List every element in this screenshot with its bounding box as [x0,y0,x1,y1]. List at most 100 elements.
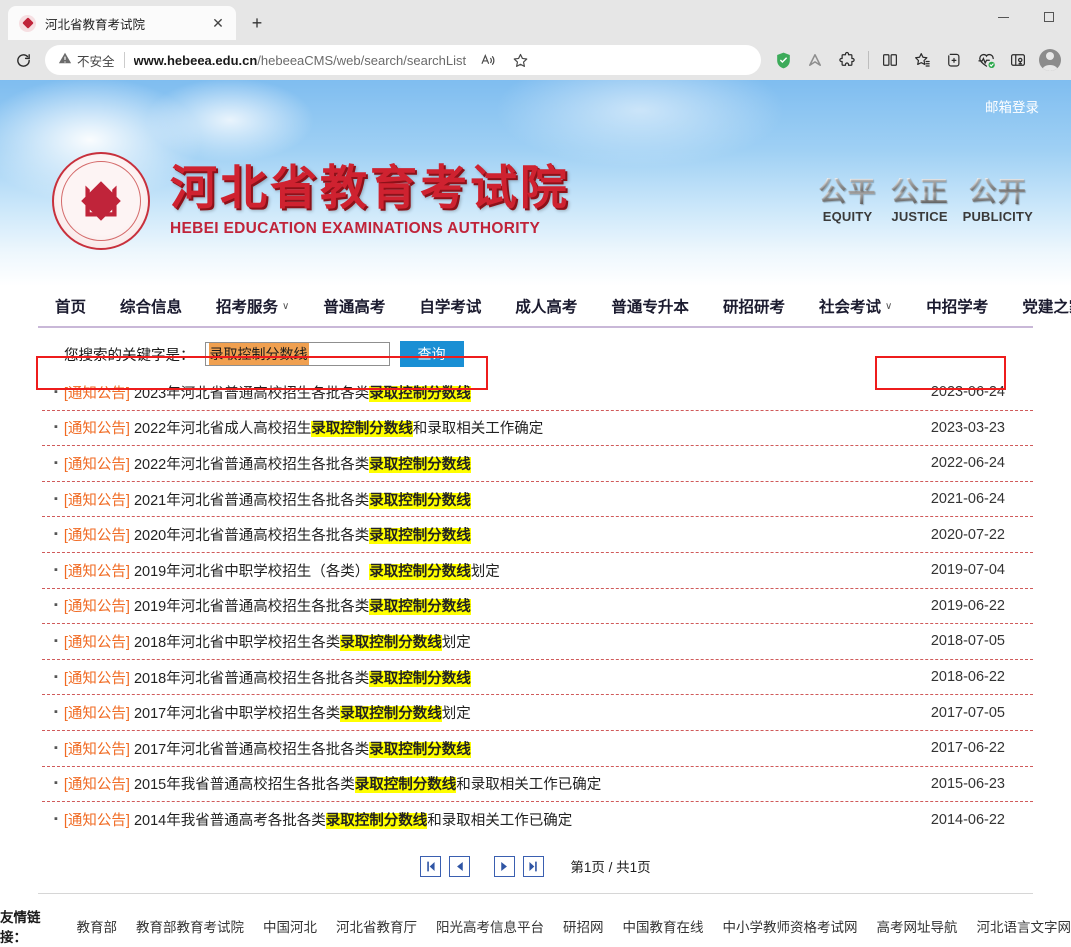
footer-link-1[interactable]: 教育部教育考试院 [136,916,244,936]
emblem-publicity: 公开 PUBLICITY [963,178,1033,225]
nav-item-10[interactable]: 党建之家 [1005,295,1071,317]
result-category-tag: [通知公告] [63,777,130,794]
result-row[interactable]: ▪ [通知公告] 2020年河北省普通高校招生各批各类录取控制分数线 2020-07-… [42,517,1033,553]
extensions-puzzle-icon[interactable] [832,45,862,75]
last-page-button[interactable] [523,855,545,877]
result-row[interactable]: ▪ [通知公告] 2019年河北省中职学校招生（各类）录取控制分数线划定 2019-0… [42,553,1033,589]
result-row[interactable]: ▪ [通知公告] 2022年河北省普通高校招生各批各类录取控制分数线 2022-06-… [42,446,1033,482]
nav-item-label: 普通高考 [323,299,386,316]
search-submit-button[interactable]: 查询 [399,341,464,367]
maximize-icon[interactable] [1026,0,1071,34]
result-row[interactable]: ▪ [通知公告] 2018年河北省中职学校招生各类录取控制分数线划定 2018-07-… [42,624,1033,660]
nav-item-5[interactable]: 成人高考 [498,295,594,317]
result-title-link[interactable]: 2014年我省普通高考各批各类录取控制分数线和录取相关工作已确定 [134,809,572,830]
result-title-link[interactable]: 2021年河北省普通高校招生各批各类录取控制分数线 [134,489,471,510]
result-row[interactable]: ▪ [通知公告] 2021年河北省普通高校招生各批各类录取控制分数线 2021-06-… [42,482,1033,518]
bullet-icon: ▪ [54,670,58,683]
read-aloud-icon[interactable] [473,45,503,75]
result-title-link[interactable]: 2020年河北省普通高校招生各批各类录取控制分数线 [134,524,471,545]
result-title-link[interactable]: 2019年河北省中职学校招生（各类）录取控制分数线划定 [134,560,500,581]
prev-page-button[interactable] [449,855,471,877]
search-input[interactable]: 录取控制分数线 [204,342,390,366]
result-row[interactable]: ▪ [通知公告] 2017年河北省普通高校招生各批各类录取控制分数线 2017-06-… [42,731,1033,767]
result-row[interactable]: ▪ [通知公告] 2023年河北省普通高校招生各批各类录取控制分数线 2023-06-… [42,375,1033,411]
footer-link-6[interactable]: 中国教育在线 [623,916,704,936]
nav-item-7[interactable]: 研招研考 [706,295,802,317]
result-title-suffix: 和录取相关工作已确定 [456,777,602,794]
browser-tab[interactable]: 河北省教育考试院 ✕ [8,6,236,40]
result-title-link[interactable]: 2022年河北省成人高校招生录取控制分数线和录取相关工作确定 [134,417,543,438]
nav-item-2[interactable]: 招考服务 ∨ [199,295,306,317]
bullet-icon: ▪ [54,456,58,469]
result-title-link[interactable]: 2018年河北省普通高校招生各批各类录取控制分数线 [134,667,471,688]
result-keyword-highlight: 录取控制分数线 [311,421,413,438]
footer-link-8[interactable]: 高考网址导航 [877,916,958,936]
site-favicon-icon [19,14,36,32]
nav-item-6[interactable]: 普通专升本 [594,295,706,317]
emblem-equity-cn: 公平 [818,175,877,208]
result-row[interactable]: ▪ [通知公告] 2014年我省普通高考各批各类录取控制分数线和录取相关工作已确定 2… [42,802,1033,838]
result-category-tag: [通知公告] [63,456,130,473]
profile-avatar[interactable] [1035,45,1065,75]
favorite-star-icon[interactable] [505,45,535,75]
mail-login-link[interactable]: 邮箱登录 [985,96,1039,116]
add-to-collection-icon[interactable] [939,45,969,75]
bullet-icon: ▪ [54,421,58,434]
adguard-shield-icon[interactable] [768,45,798,75]
result-title-link[interactable]: 2022年河北省普通高校招生各批各类录取控制分数线 [134,453,471,474]
reload-icon[interactable] [8,45,38,75]
security-warning[interactable]: 不安全 [58,51,115,70]
result-row[interactable]: ▪ [通知公告] 2019年河北省普通高校招生各批各类录取控制分数线 2019-06-… [42,589,1033,625]
footer-link-4[interactable]: 阳光高考信息平台 [436,916,544,936]
next-page-button[interactable] [494,855,516,877]
result-keyword-highlight: 录取控制分数线 [354,777,457,794]
browser-chrome: 河北省教育考试院 ✕ + 不安全 www.hebeea.edu.cn/hebee… [0,0,1071,80]
address-bar[interactable]: 不安全 www.hebeea.edu.cn/hebeeaCMS/web/sear… [45,45,761,75]
result-title-link[interactable]: 2023年河北省普通高校招生各批各类录取控制分数线 [134,382,471,403]
nav-item-label: 中招学考 [926,299,989,316]
performance-icon[interactable] [971,45,1001,75]
search-label: 您搜索的关键字是： [64,347,195,364]
nav-item-3[interactable]: 普通高考 [306,295,402,317]
footer-link-5[interactable]: 研招网 [563,916,604,936]
result-keyword-highlight: 录取控制分数线 [369,528,471,545]
nav-item-1[interactable]: 综合信息 [103,295,199,317]
footer-link-3[interactable]: 河北省教育厅 [336,916,417,936]
footer-link-7[interactable]: 中小学教师资格考试网 [723,916,858,936]
new-tab-button[interactable]: + [242,8,272,38]
nav-item-label: 成人高考 [515,299,578,316]
result-title-link[interactable]: 2015年我省普通高校招生各批各类录取控制分数线和录取相关工作已确定 [134,773,601,794]
result-title-link[interactable]: 2019年河北省普通高校招生各批各类录取控制分数线 [134,595,471,616]
result-title-link[interactable]: 2018年河北省中职学校招生各类录取控制分数线划定 [134,631,471,652]
split-screen-icon[interactable] [875,45,905,75]
browser-essentials-icon[interactable] [1003,45,1033,75]
nav-item-9[interactable]: 中招学考 [909,295,1005,317]
result-title-suffix: 划定 [441,706,471,723]
nav-item-4[interactable]: 自学考试 [402,295,498,317]
brave-leo-icon[interactable] [800,45,830,75]
footer-link-9[interactable]: 河北语言文字网 [977,916,1071,936]
result-title-prefix: 2018年河北省中职学校招生各类 [133,634,341,651]
result-row[interactable]: ▪ [通知公告] 2017年河北省中职学校招生各类录取控制分数线划定 2017-07-… [42,695,1033,731]
first-page-button[interactable] [420,855,442,877]
result-category-tag: [通知公告] [63,563,130,580]
nav-item-label: 招考服务 [216,299,279,316]
nav-item-8[interactable]: 社会考试 ∨ [802,295,909,317]
close-icon[interactable]: ✕ [208,13,228,33]
nav-item-0[interactable]: 首页 [38,295,103,317]
result-title-link[interactable]: 2017年河北省中职学校招生各类录取控制分数线划定 [134,702,471,723]
result-row[interactable]: ▪ [通知公告] 2015年我省普通高校招生各批各类录取控制分数线和录取相关工作已确… [42,767,1033,803]
url-host: www.hebeea.edu.cn [133,52,258,68]
result-row[interactable]: ▪ [通知公告] 2022年河北省成人高校招生录取控制分数线和录取相关工作确定 202… [42,411,1033,447]
bullet-icon: ▪ [54,563,58,576]
result-keyword-highlight: 录取控制分数线 [369,385,471,402]
bullet-icon: ▪ [54,741,58,754]
result-date: 2017-07-05 [930,704,1005,721]
minimize-icon[interactable] [981,0,1026,34]
result-title-link[interactable]: 2017年河北省普通高校招生各批各类录取控制分数线 [134,738,471,759]
footer-link-0[interactable]: 教育部 [77,916,118,936]
result-category-tag: [通知公告] [63,670,130,687]
result-row[interactable]: ▪ [通知公告] 2018年河北省普通高校招生各批各类录取控制分数线 2018-06-… [42,660,1033,696]
footer-link-2[interactable]: 中国河北 [263,916,317,936]
collections-icon[interactable] [907,45,937,75]
